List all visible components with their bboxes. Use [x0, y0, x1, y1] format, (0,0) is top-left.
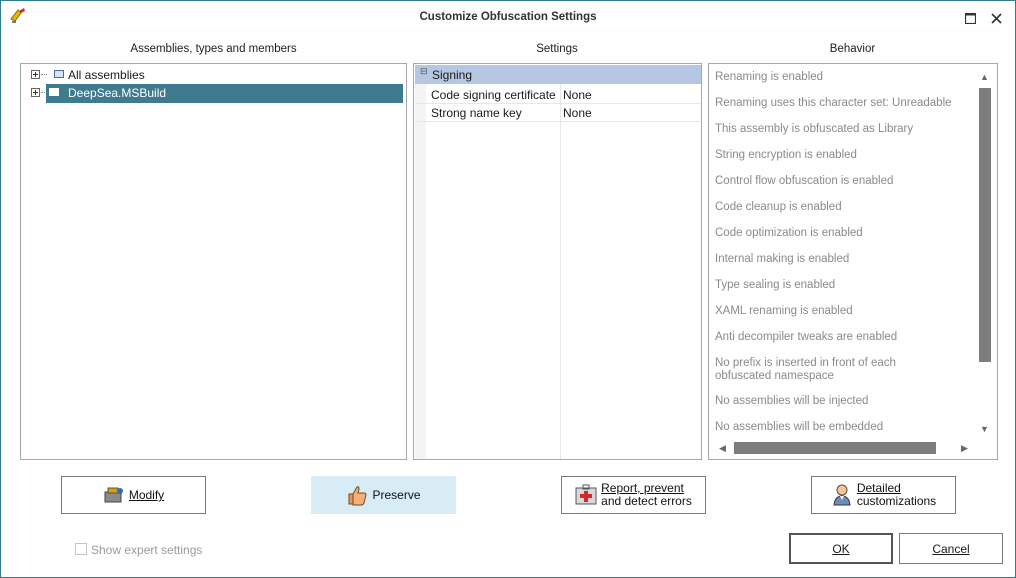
scroll-right-icon[interactable]: ▶: [961, 443, 968, 454]
ok-button[interactable]: OK: [789, 533, 893, 564]
behavior-list[interactable]: Renaming is enabled Renaming uses this c…: [708, 63, 998, 460]
detailed-line2: customizations: [856, 494, 937, 508]
property-grid-divider[interactable]: [560, 84, 561, 459]
property-value[interactable]: None: [563, 106, 592, 120]
behavior-item: No assemblies will be embedded: [715, 421, 884, 433]
property-name: Code signing certificate: [431, 88, 556, 102]
tree-item-label: DeepSea.MSBuild: [68, 86, 167, 100]
behavior-item: Internal making is enabled: [715, 253, 850, 265]
property-row-code-signing-certificate[interactable]: Code signing certificate None: [415, 85, 701, 104]
detailed-customizations-label: Detailed customizations: [857, 482, 936, 508]
modify-button[interactable]: Modify: [61, 476, 206, 514]
settings-panel-label: Settings: [536, 43, 578, 55]
title-bar: Customize Obfuscation Settings: [1, 1, 1015, 33]
behavior-item: Renaming is enabled: [715, 71, 824, 83]
cancel-button[interactable]: Cancel: [899, 533, 1003, 564]
report-errors-line1: Report, prevent: [601, 481, 684, 495]
behavior-item: XAML renaming is enabled: [715, 305, 853, 317]
behavior-item: Control flow obfuscation is enabled: [715, 175, 894, 187]
property-grid-gutter: [415, 84, 426, 459]
assembly-icon: [49, 88, 59, 96]
category-label: Signing: [432, 68, 473, 82]
behavior-item: No assemblies will be injected: [715, 395, 869, 407]
property-name: Strong name key: [431, 106, 522, 120]
tree-item-label: All assemblies: [68, 68, 145, 82]
expand-toggle-icon[interactable]: [31, 70, 40, 79]
maximize-icon: [964, 12, 976, 24]
report-errors-button[interactable]: Report, prevent and detect errors: [561, 476, 706, 514]
expand-toggle-icon[interactable]: [31, 88, 40, 97]
behavior-item: No prefix is inserted in front of each o…: [715, 357, 896, 382]
preserve-label: Preserve: [372, 488, 421, 502]
preserve-button[interactable]: Preserve: [311, 476, 456, 514]
modify-label: Modify: [128, 488, 165, 502]
behavior-item: String encryption is enabled: [715, 149, 857, 161]
behavior-item: Type sealing is enabled: [715, 279, 836, 291]
ok-label: OK: [832, 541, 850, 556]
thumbs-up-icon: [346, 484, 368, 506]
show-expert-settings-label: Show expert settings: [91, 543, 203, 557]
tree-connector: [41, 74, 47, 75]
collapse-icon[interactable]: ⊟: [420, 66, 428, 77]
behavior-item: Renaming uses this character set: Unread…: [715, 97, 952, 109]
detailed-line1: Detailed: [856, 481, 901, 495]
assembly-icon: [54, 70, 64, 78]
tree-item-all-assemblies[interactable]: All assemblies: [21, 66, 404, 84]
person-icon: [831, 484, 853, 506]
report-errors-label: Report, prevent and detect errors: [601, 482, 692, 508]
vertical-scrollbar-thumb[interactable]: [979, 88, 991, 362]
behavior-panel-label: Behavior: [829, 43, 876, 55]
close-button[interactable]: [985, 7, 1007, 29]
assemblies-tree[interactable]: All assemblies DeepSea.MSBuild: [20, 63, 407, 460]
first-aid-icon: [575, 484, 597, 506]
scroll-up-icon[interactable]: ▲: [980, 72, 989, 82]
tree-item-deepsea-msbuild[interactable]: DeepSea.MSBuild: [21, 84, 404, 103]
settings-property-grid[interactable]: ⊟ Signing Code signing certificate None …: [413, 63, 702, 460]
report-errors-line2: and detect errors: [601, 494, 692, 508]
modify-icon: [103, 484, 125, 506]
cancel-label: Cancel: [932, 541, 970, 556]
behavior-item: Anti decompiler tweaks are enabled: [715, 331, 898, 343]
behavior-item: Code cleanup is enabled: [715, 201, 842, 213]
window-title: Customize Obfuscation Settings: [419, 11, 597, 23]
scroll-left-icon[interactable]: ◀: [719, 443, 726, 454]
behavior-item: Code optimization is enabled: [715, 227, 863, 239]
assemblies-panel-label: Assemblies, types and members: [130, 43, 297, 55]
detailed-customizations-button[interactable]: Detailed customizations: [811, 476, 956, 514]
behavior-item: This assembly is obfuscated as Library: [715, 123, 914, 135]
maximize-button[interactable]: [959, 7, 981, 29]
dialog-window: Customize Obfuscation Settings Assemblie…: [0, 0, 1016, 578]
horizontal-scrollbar-thumb[interactable]: [734, 442, 936, 454]
property-value[interactable]: None: [563, 88, 592, 102]
category-signing[interactable]: ⊟ Signing: [415, 65, 701, 84]
property-row-strong-name-key[interactable]: Strong name key None: [415, 103, 701, 122]
scroll-down-icon[interactable]: ▼: [980, 424, 989, 434]
close-icon: [990, 12, 1002, 24]
show-expert-settings-checkbox[interactable]: [75, 543, 87, 555]
